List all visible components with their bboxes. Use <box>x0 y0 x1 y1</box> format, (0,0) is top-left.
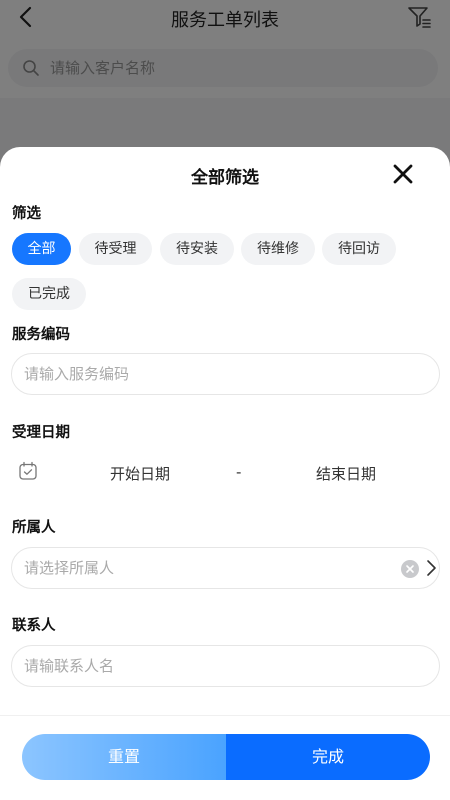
chip-all[interactable]: 全部 <box>12 233 71 265</box>
owner-input[interactable] <box>24 548 384 588</box>
contact-label: 联系人 <box>12 618 56 634</box>
end-date-picker[interactable]: 结束日期 <box>306 463 386 484</box>
date-range-row: 开始日期 - 结束日期 <box>0 449 450 493</box>
owner-label: 所属人 <box>12 520 56 536</box>
reset-button[interactable]: 重置 <box>22 734 226 780</box>
chip-pending-accept[interactable]: 待受理 <box>79 233 152 265</box>
chip-pending-repair[interactable]: 待维修 <box>241 233 315 265</box>
contact-field[interactable] <box>11 645 440 687</box>
date-separator: - <box>236 463 242 481</box>
calendar-icon <box>19 461 37 480</box>
service-code-input[interactable] <box>24 354 384 394</box>
close-icon[interactable] <box>392 163 414 185</box>
service-code-field[interactable] <box>11 353 440 395</box>
start-date-picker[interactable]: 开始日期 <box>100 463 180 484</box>
action-buttons: 重置 完成 <box>22 734 430 780</box>
done-button[interactable]: 完成 <box>226 734 430 780</box>
filter-sheet: 全部筛选 筛选 全部 待受理 待安装 待维修 待回访 已完成 服务编码 受理日期… <box>0 147 450 800</box>
divider <box>0 715 450 716</box>
contact-input[interactable] <box>24 646 384 686</box>
clear-icon[interactable] <box>401 560 419 578</box>
chip-pending-install[interactable]: 待安装 <box>160 233 234 265</box>
chevron-right-icon[interactable] <box>424 558 438 578</box>
service-code-label: 服务编码 <box>12 327 70 343</box>
date-label: 受理日期 <box>12 425 70 441</box>
chip-completed[interactable]: 已完成 <box>12 278 86 310</box>
chip-pending-revisit[interactable]: 待回访 <box>322 233 396 265</box>
owner-field[interactable] <box>11 547 440 589</box>
screen: 服务工单列表 全部筛选 筛选 全部 待受理 待安装 待维修 待回访 <box>0 0 450 800</box>
sheet-title: 全部筛选 <box>191 168 259 188</box>
filter-label: 筛选 <box>12 206 41 222</box>
